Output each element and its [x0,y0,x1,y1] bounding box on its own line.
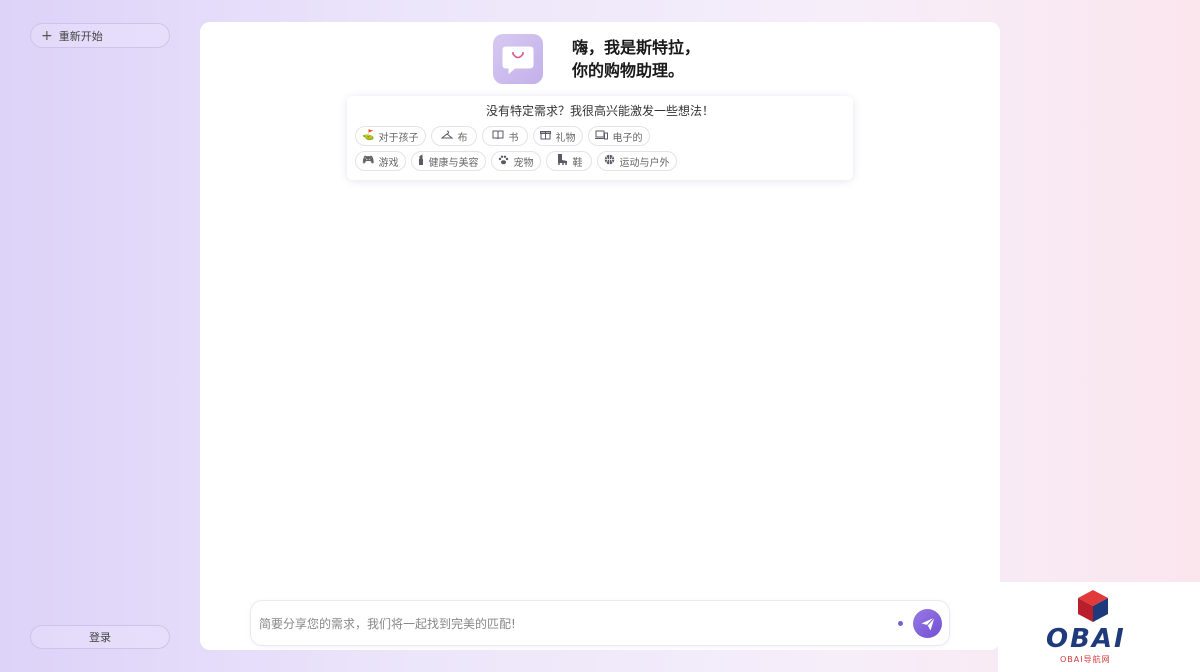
cube-logo-icon [1078,590,1108,622]
book-icon [492,130,504,143]
shopping-bag-chat-icon [502,46,534,75]
lipstick-icon [418,154,424,168]
plus-icon: + [41,27,53,44]
message-input-bar [250,600,950,646]
watermark-subtitle: OBAI导航网 [1060,655,1111,664]
send-button[interactable] [913,609,942,638]
suggestion-card: 没有特定需求？我很高兴能激发一些想法！ ⛳ 对于孩子 布 书 礼物 电子的 🎮 … [347,96,853,180]
hanger-icon [441,130,454,143]
new-chat-button[interactable]: + 重新开始 [30,23,170,48]
send-icon [921,616,935,630]
chip-label: 游戏 [378,157,399,169]
chip-label: 电子的 [612,132,643,144]
chip-health-beauty[interactable]: 健康与美容 [411,151,487,171]
chip-games[interactable]: 🎮 游戏 [355,151,407,171]
watermark: OBAI OBAI导航网 [998,582,1200,672]
new-chat-label: 重新开始 [58,29,103,43]
chip-for-kids[interactable]: ⛳ 对于孩子 [355,126,427,146]
chip-books[interactable]: 书 [482,126,529,146]
devices-icon [595,130,609,143]
chip-electronics[interactable]: 电子的 [588,126,651,146]
assistant-greeting: 嗨，我是斯特拉， 你的购物助理。 [572,36,700,82]
chip-label: 对于孩子 [378,132,419,144]
baby-carriage-icon: ⛳ [362,130,375,141]
chip-label: 书 [508,132,519,144]
chip-label: 宠物 [513,157,534,169]
watermark-brand: OBAI [1046,624,1126,654]
paw-icon [498,155,509,168]
basketball-icon [604,154,615,168]
chip-label: 布 [457,132,468,144]
assistant-logo [493,34,543,84]
chip-label: 鞋 [572,157,583,169]
greeting-line-1: 嗨，我是斯特拉， [572,38,701,57]
chip-shoes[interactable]: 鞋 [546,151,593,171]
gift-icon [540,129,552,143]
suggestion-title: 没有特定需求？我很高兴能激发一些想法！ [485,104,714,118]
chip-label: 运动与户外 [619,157,670,169]
greeting-line-2: 你的购物助理。 [572,61,685,80]
gamepad-icon: 🎮 [362,155,375,166]
suggestion-row-2: 🎮 游戏 健康与美容 宠物 鞋 运动与户外 [355,151,678,171]
login-button[interactable]: 登录 [30,625,170,649]
chip-label: 礼物 [555,132,576,144]
suggestion-row-1: ⛳ 对于孩子 布 书 礼物 电子的 [355,126,651,146]
status-dot [898,621,903,626]
chip-label: 健康与美容 [428,157,479,169]
chat-panel: 嗨，我是斯特拉， 你的购物助理。 没有特定需求？我很高兴能激发一些想法！ ⛳ 对… [200,22,1000,650]
chip-sports-outdoors[interactable]: 运动与户外 [597,151,678,171]
boot-icon [556,154,568,168]
chip-pets[interactable]: 宠物 [491,151,542,171]
chip-clothing[interactable]: 布 [431,126,478,146]
message-input[interactable] [259,613,879,635]
chip-gifts[interactable]: 礼物 [533,126,584,146]
